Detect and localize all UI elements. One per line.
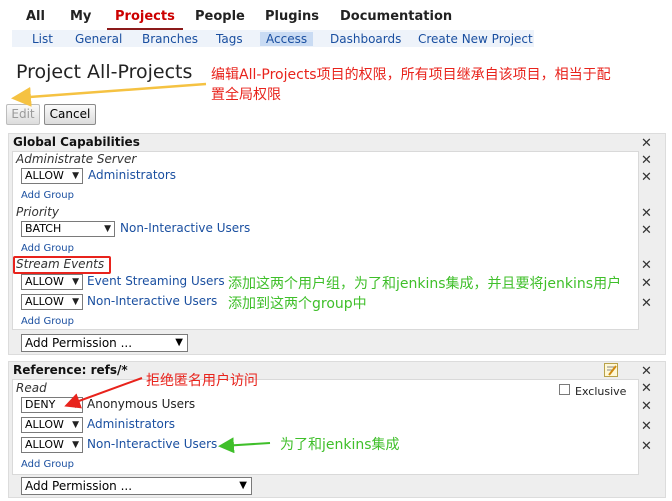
red-arrow bbox=[64, 377, 143, 409]
green-arrow bbox=[218, 437, 271, 454]
annotation-arrows bbox=[11, 82, 271, 454]
yellow-arrow bbox=[11, 82, 207, 107]
